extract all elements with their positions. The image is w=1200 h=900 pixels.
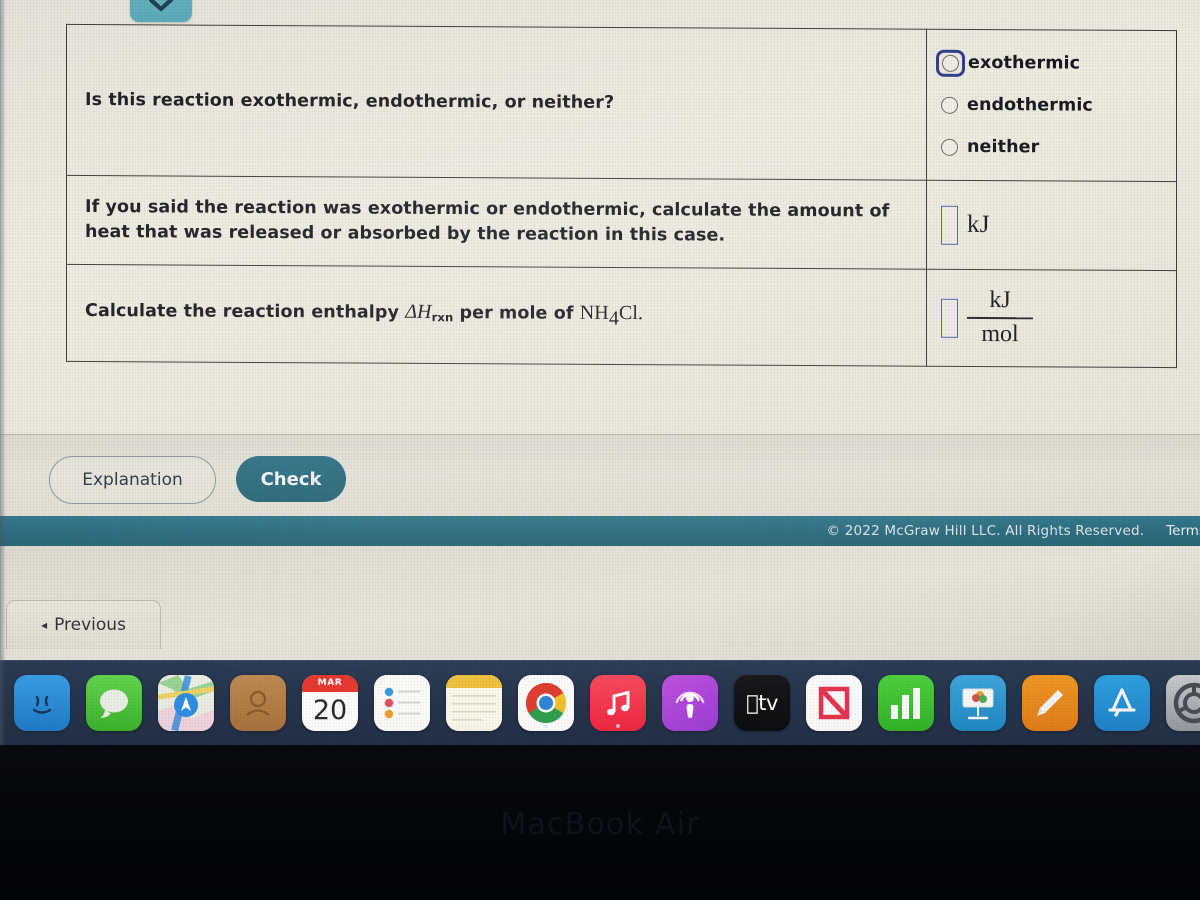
dock-item-finder[interactable] [14, 674, 70, 731]
radio-option-exothermic[interactable]: exothermic [936, 42, 1176, 85]
unit-fraction-kj-per-mol: kJ mol [967, 287, 1033, 348]
dock-item-maps[interactable] [158, 674, 214, 731]
fraction-bar [967, 317, 1033, 320]
dock-item-notes[interactable] [446, 674, 502, 731]
previous-button-label: Previous [54, 615, 126, 635]
formula-cl: Cl. [618, 301, 644, 325]
radio-label-neither: neither [967, 136, 1040, 158]
question-text-1: Is this reaction exothermic, endothermic… [85, 89, 615, 113]
dock-item-apple-tv[interactable]: tv [734, 674, 790, 731]
question-cell-3: Calculate the reaction enthalpy ΔHrxn pe… [66, 264, 927, 367]
question-table: Is this reaction exothermic, endothermic… [66, 24, 1177, 368]
lower-pane [0, 546, 1200, 660]
dock-item-contacts[interactable] [230, 674, 286, 731]
heat-amount-input[interactable] [941, 205, 958, 245]
delta-h-subscript: rxn [431, 310, 454, 325]
laptop-screen: Is this reaction exothermic, endothermic… [0, 0, 1200, 745]
question-text-3-middle: per mole of [453, 303, 580, 324]
formula-nh: NH [579, 301, 609, 324]
table-row: Calculate the reaction enthalpy ΔHrxn pe… [66, 264, 1177, 368]
macos-dock: MAR 20 tv [0, 660, 1200, 745]
radio-label-endothermic: endothermic [967, 94, 1093, 116]
radio-icon [941, 138, 958, 156]
dock-item-pages[interactable] [1022, 674, 1078, 731]
dock-item-system-preferences[interactable] [1166, 674, 1200, 731]
dock-item-keynote[interactable] [950, 674, 1006, 731]
check-button[interactable]: Check [236, 456, 346, 502]
explanation-button[interactable]: Explanation [49, 456, 216, 504]
question-text-2: If you said the reaction was exothermic … [85, 197, 890, 246]
question-cell-1: Is this reaction exothermic, endothermic… [66, 24, 927, 181]
focus-ring [936, 49, 965, 77]
unit-denominator-mol: mol [981, 320, 1019, 348]
delta-h-symbol: ΔH [405, 300, 432, 323]
dock-item-chrome[interactable] [518, 674, 574, 731]
laptop-bezel: MacBook Air [0, 745, 1200, 900]
device-model-label: MacBook Air [500, 807, 700, 842]
radio-label-exothermic: exothermic [968, 52, 1081, 74]
dock-item-news[interactable] [806, 674, 862, 731]
chevron-down-icon [148, 0, 174, 22]
dock-item-reminders[interactable] [374, 674, 430, 731]
radio-option-endothermic[interactable]: endothermic [941, 84, 1176, 127]
previous-button[interactable]: ◂ Previous [6, 600, 161, 649]
answer-cell-1: exothermic endothermic neither [926, 29, 1177, 182]
radio-icon [941, 96, 958, 114]
running-indicator-dot [616, 723, 620, 728]
table-row: If you said the reaction was exothermic … [66, 175, 1177, 271]
unit-label-kj: kJ [967, 210, 990, 239]
running-indicator-dot [544, 723, 548, 728]
formula-subscript-4: 4 [608, 307, 619, 330]
question-text-3: Calculate the reaction enthalpy ΔHrxn pe… [67, 282, 926, 349]
previous-arrow-icon: ◂ [41, 618, 48, 632]
unit-numerator-kj: kJ [989, 287, 1011, 314]
dock-item-podcasts[interactable] [662, 674, 718, 731]
dock-item-music[interactable] [590, 674, 646, 731]
footer-bar: © 2022 McGraw Hill LLC. All Rights Reser… [0, 516, 1200, 546]
terms-link[interactable]: Terms [1166, 523, 1200, 539]
calendar-day-label: 20 [312, 694, 348, 726]
dock-item-calendar[interactable]: MAR 20 [302, 674, 358, 731]
apple-tv-label: tv [746, 690, 778, 715]
question-text-3-prefix: Calculate the reaction enthalpy [85, 301, 406, 323]
table-row: Is this reaction exothermic, endothermic… [66, 24, 1177, 182]
collapse-chevron-button[interactable] [130, 0, 192, 22]
enthalpy-input[interactable] [941, 298, 958, 338]
dock-item-messages[interactable] [86, 674, 142, 731]
question-cell-2: If you said the reaction was exothermic … [66, 175, 927, 270]
radio-group-thermicity: exothermic endothermic neither [927, 32, 1176, 179]
dock-item-app-store[interactable] [1094, 674, 1150, 731]
answer-cell-3: kJ mol [926, 269, 1177, 368]
answer-cell-2: kJ [926, 180, 1177, 271]
copyright-text: © 2022 McGraw Hill LLC. All Rights Reser… [826, 523, 1145, 539]
dock-item-numbers[interactable] [878, 674, 934, 731]
screen-left-edge [0, 0, 6, 745]
radio-option-neither[interactable]: neither [941, 126, 1176, 169]
